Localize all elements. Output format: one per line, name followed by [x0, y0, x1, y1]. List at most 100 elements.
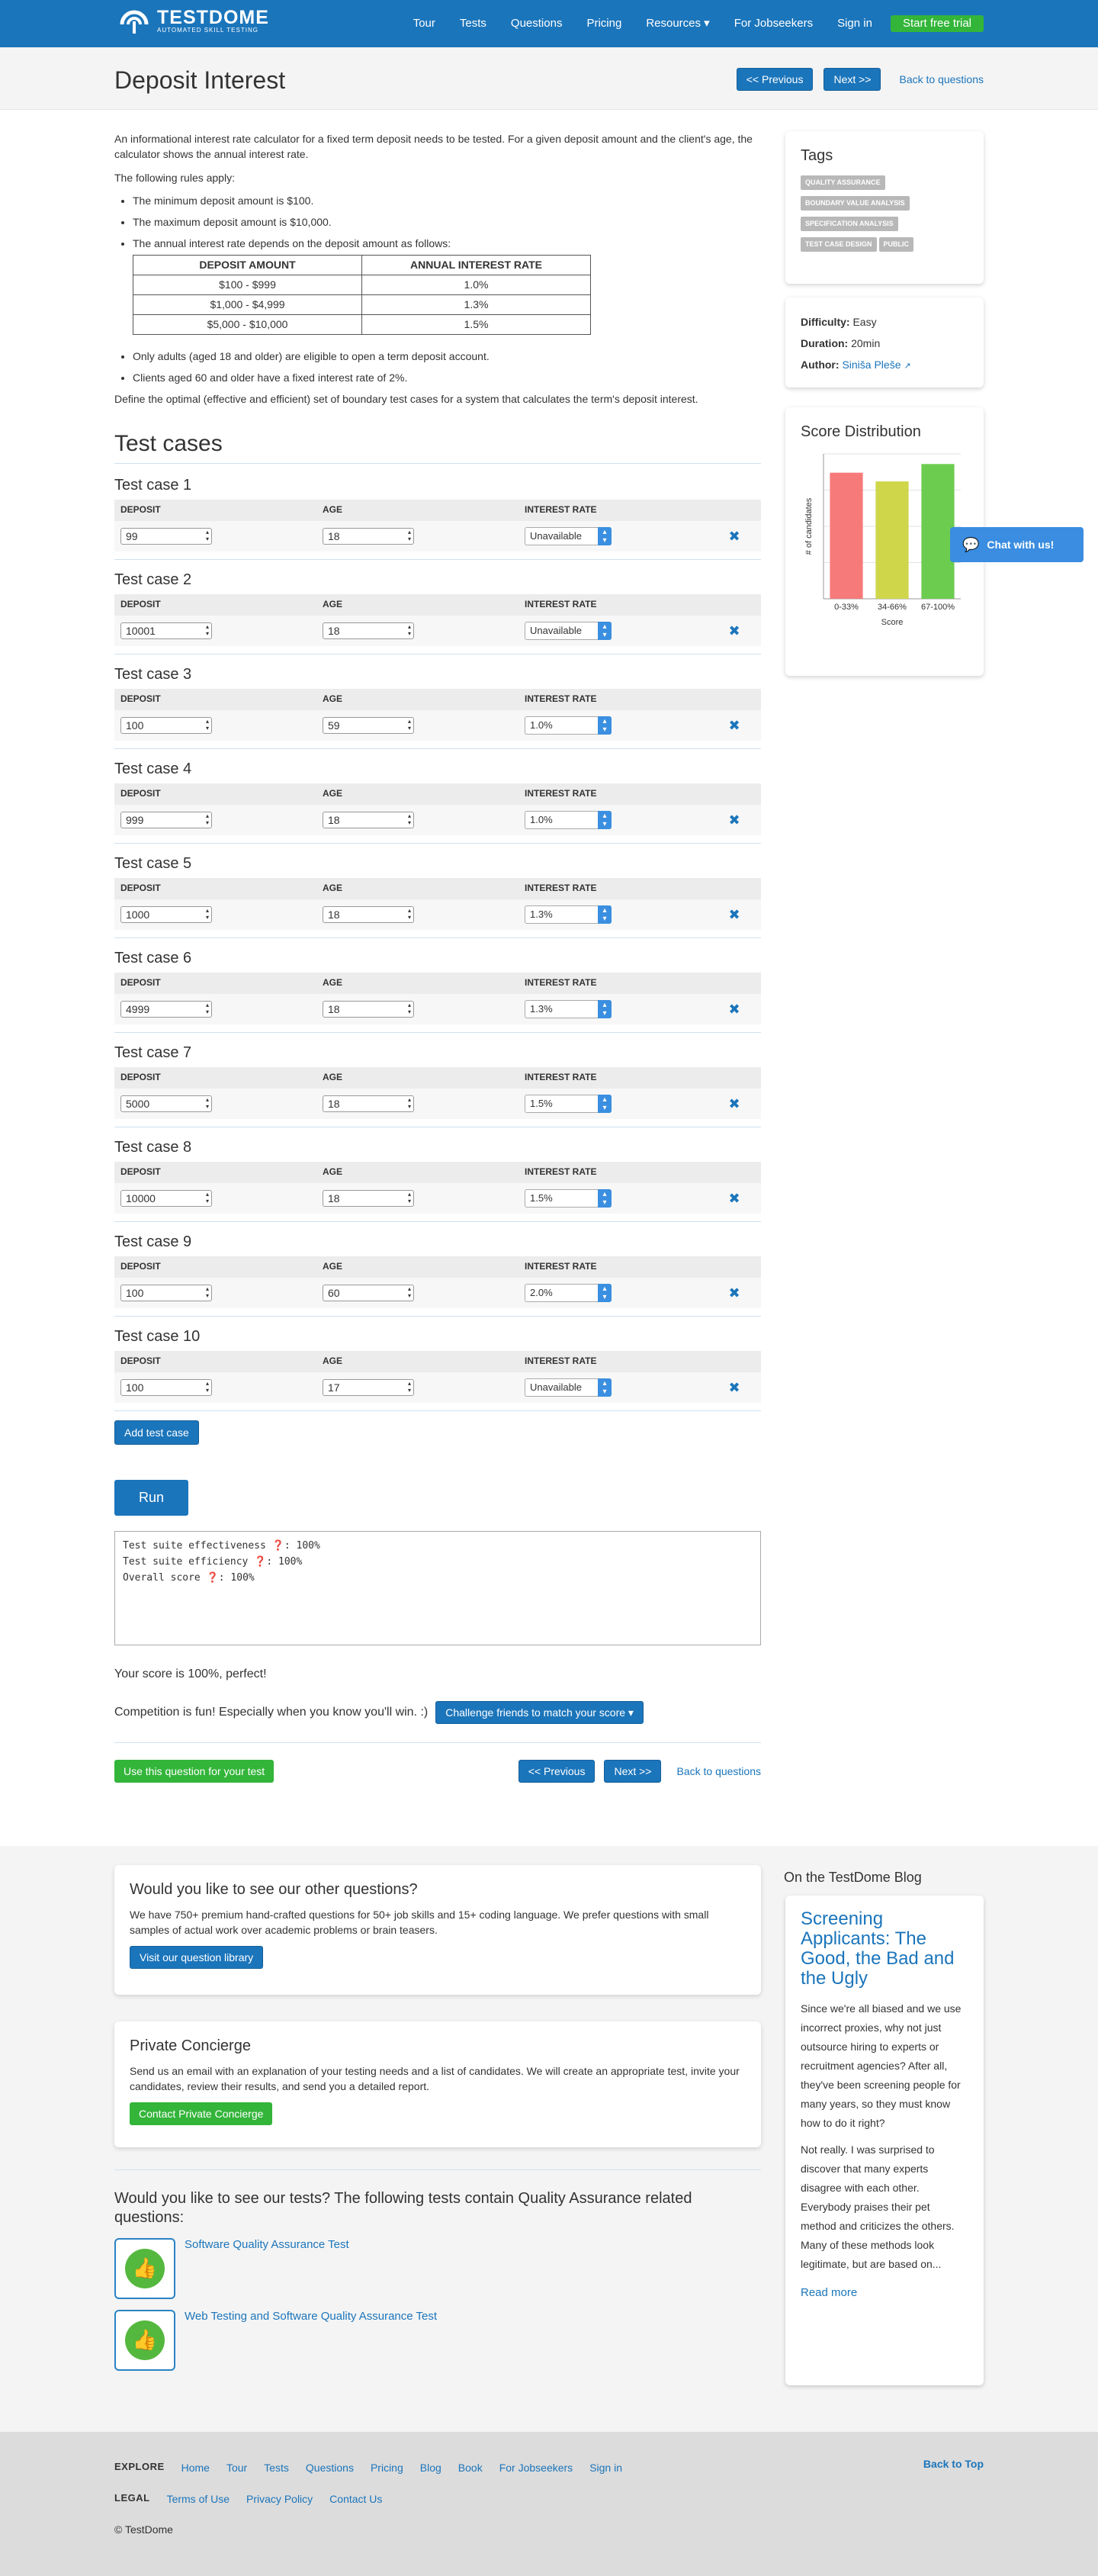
delete-test-case-icon[interactable]: ✖ — [728, 1380, 740, 1395]
delete-test-case-icon[interactable]: ✖ — [728, 1096, 740, 1111]
footer-link[interactable]: Privacy Policy — [246, 2491, 313, 2507]
test-case-title: Test case 8 — [114, 1139, 192, 1156]
nav-link-signin[interactable]: Sign in — [825, 15, 884, 32]
logo[interactable]: TESTDOME AUTOMATED SKILL TESTING — [119, 6, 269, 37]
interest-rate-select[interactable]: 1.3% ▴ ▾ — [525, 1000, 612, 1019]
nav-link-resources[interactable]: Resources ▾ — [634, 15, 721, 32]
interest-rate-select[interactable]: 1.0% ▴ ▾ — [525, 811, 612, 830]
next-button-bottom[interactable]: Next >> — [604, 1760, 662, 1783]
age-input[interactable]: 18 — [323, 811, 414, 828]
deposit-input[interactable]: 99 — [120, 527, 212, 545]
interest-rate-select[interactable]: 1.3% ▴ ▾ — [525, 905, 612, 925]
tag[interactable]: QUALITY ASSURANCE — [801, 175, 885, 191]
delete-test-case-icon[interactable]: ✖ — [728, 529, 740, 544]
footer-link[interactable]: Contact Us — [329, 2491, 382, 2507]
age-input[interactable]: 18 — [323, 622, 414, 639]
age-input[interactable]: 59 — [323, 716, 414, 734]
test-icon[interactable]: 👍 — [114, 2238, 175, 2299]
deposit-input[interactable]: 10001 — [120, 622, 212, 639]
age-input[interactable]: 18 — [323, 527, 414, 545]
interest-rate-select[interactable]: 1.0% ▴ ▾ — [525, 716, 612, 735]
footer-link[interactable]: Pricing — [371, 2460, 403, 2475]
tag[interactable]: SPECIFICATION ANALYSIS — [801, 217, 898, 232]
back-to-questions-link-bottom[interactable]: Back to questions — [676, 1764, 761, 1779]
back-to-top-link[interactable]: Back to Top — [923, 2456, 984, 2471]
delete-test-case-icon[interactable]: ✖ — [728, 812, 740, 828]
delete-test-case-icon[interactable]: ✖ — [728, 1191, 740, 1206]
interest-rate-select[interactable]: Unavailable ▴ ▾ — [525, 527, 612, 546]
interest-rate-select[interactable]: 1.5% ▴ ▾ — [525, 1189, 612, 1208]
nav-link-questions[interactable]: Questions — [499, 15, 575, 32]
age-input[interactable]: 18 — [323, 905, 414, 923]
next-button[interactable]: Next >> — [824, 68, 881, 92]
challenge-friends-button[interactable]: Challenge friends to match your score ▾ — [435, 1700, 644, 1725]
deposit-input[interactable]: 5000 — [120, 1095, 212, 1112]
footer-link[interactable]: Home — [181, 2460, 210, 2475]
previous-button[interactable]: << Previous — [736, 68, 814, 92]
deposit-input[interactable]: 999 — [120, 811, 212, 828]
chat-icon: 💬 — [962, 536, 980, 552]
chat-button[interactable]: 💬 Chat with us! — [950, 527, 1084, 562]
tag[interactable]: BOUNDARY VALUE ANALYSIS — [801, 196, 910, 211]
x-tick-label: 0-33% — [834, 603, 859, 612]
delete-test-case-icon[interactable]: ✖ — [728, 907, 740, 922]
visit-library-button[interactable]: Visit our question library — [130, 1945, 264, 1969]
logo-text: TESTDOME — [157, 7, 269, 28]
tag[interactable]: PUBLIC — [878, 237, 914, 252]
deposit-input[interactable]: 100 — [120, 1284, 212, 1301]
related-test-link[interactable]: Software Quality Assurance Test — [185, 2237, 349, 2299]
column-header-rate: INTEREST RATE — [525, 977, 597, 989]
nav-link-tour[interactable]: Tour — [401, 15, 448, 32]
deposit-input[interactable]: 4999 — [120, 1000, 212, 1018]
tags-card: Tags QUALITY ASSURANCE BOUNDARY VALUE AN… — [785, 131, 984, 284]
deposit-input[interactable]: 100 — [120, 1378, 212, 1396]
tag[interactable]: TEST CASE DESIGN — [801, 237, 877, 252]
column-header-age: AGE — [323, 1072, 343, 1083]
related-test-link[interactable]: Web Testing and Software Quality Assuran… — [185, 2308, 437, 2371]
deposit-input[interactable]: 100 — [120, 716, 212, 734]
footer-link[interactable]: For Jobseekers — [499, 2460, 573, 2475]
age-input[interactable]: 18 — [323, 1000, 414, 1018]
private-concierge-card: Private Concierge Send us an email with … — [114, 2021, 761, 2147]
blog-post-title[interactable]: Screening Applicants: The Good, the Bad … — [801, 1909, 968, 1989]
nav-link-tests[interactable]: Tests — [448, 15, 499, 32]
run-button[interactable]: Run — [114, 1480, 189, 1516]
nav-link-pricing[interactable]: Pricing — [574, 15, 634, 32]
delete-test-case-icon[interactable]: ✖ — [728, 718, 740, 733]
footer-link[interactable]: Tour — [226, 2460, 247, 2475]
contact-concierge-button[interactable]: Contact Private Concierge — [130, 2102, 273, 2125]
test-icon[interactable]: 👍 — [114, 2310, 175, 2371]
deposit-input[interactable]: 1000 — [120, 905, 212, 923]
read-more-link[interactable]: Read more — [801, 2286, 857, 2299]
footer-link[interactable]: Book — [458, 2460, 483, 2475]
add-test-case-button[interactable]: Add test case — [114, 1420, 199, 1446]
column-header-deposit: DEPOSIT — [120, 1261, 161, 1272]
footer-link[interactable]: Sign in — [589, 2460, 622, 2475]
footer-link[interactable]: Tests — [264, 2460, 289, 2475]
back-to-questions-link[interactable]: Back to questions — [899, 72, 984, 87]
footer-link[interactable]: Blog — [420, 2460, 441, 2475]
use-question-button[interactable]: Use this question for your test — [114, 1760, 274, 1783]
age-input[interactable]: 60 — [323, 1284, 414, 1301]
test-case: Test case 9 DEPOSIT AGE INTEREST RATE 100 60 2… — [114, 1231, 761, 1317]
interest-rate-select[interactable]: Unavailable ▴ ▾ — [525, 622, 612, 641]
age-input[interactable]: 18 — [323, 1189, 414, 1207]
delete-test-case-icon[interactable]: ✖ — [728, 1285, 740, 1301]
nav-link-jobseekers[interactable]: For Jobseekers — [722, 15, 825, 32]
previous-button-bottom[interactable]: << Previous — [518, 1760, 596, 1783]
author-link[interactable]: Siniša Pleše — [842, 359, 901, 371]
test-case-row: 100 59 1.0%▴▾ ✖ — [114, 710, 761, 741]
delete-test-case-icon[interactable]: ✖ — [728, 623, 740, 638]
start-free-trial-button[interactable]: Start free trial — [890, 15, 984, 32]
footer-link[interactable]: Terms of Use — [167, 2491, 230, 2507]
interest-rate-select[interactable]: 2.0% ▴ ▾ — [525, 1284, 612, 1303]
deposit-input[interactable]: 10000 — [120, 1189, 212, 1207]
age-input[interactable]: 18 — [323, 1095, 414, 1112]
rule-item: Only adults (aged 18 and older) are elig… — [133, 349, 761, 364]
interest-rate-select[interactable]: Unavailable ▴ ▾ — [525, 1378, 612, 1397]
delete-test-case-icon[interactable]: ✖ — [728, 1002, 740, 1017]
score-text: Your score is 100%, perfect! — [114, 1667, 267, 1680]
age-input[interactable]: 17 — [323, 1378, 414, 1396]
footer-link[interactable]: Questions — [306, 2460, 354, 2475]
interest-rate-select[interactable]: 1.5% ▴ ▾ — [525, 1095, 612, 1114]
